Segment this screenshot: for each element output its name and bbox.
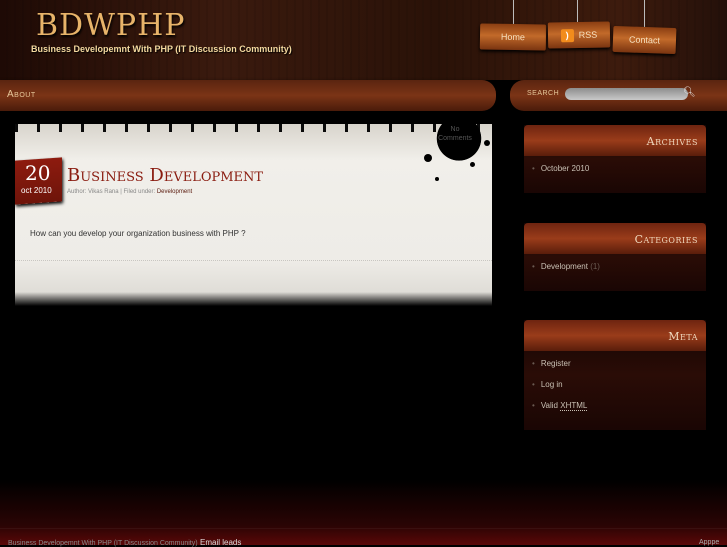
nav-rss-label: RSS <box>578 29 598 41</box>
ink-dot <box>435 177 439 181</box>
meta-title: Meta <box>668 330 698 343</box>
bullet-icon: • <box>532 262 535 271</box>
site-tagline: Business Developemnt With PHP (IT Discus… <box>31 44 292 54</box>
post-meta: Author: Vikas Rana | Filed under: Develo… <box>67 189 192 195</box>
ink-dot <box>470 162 475 167</box>
hanging-string <box>577 0 578 22</box>
meta-login-label: Log in <box>540 380 563 389</box>
category-link[interactable]: Development <box>157 189 192 195</box>
post-date-day: 20 <box>25 161 51 185</box>
comments-count-link[interactable]: No Comments <box>433 125 477 143</box>
categories-widget: Categories • Development (1) <box>524 223 706 291</box>
comments-line1: No <box>450 126 460 133</box>
post-bottom-shadow <box>15 292 492 306</box>
archives-title: Archives <box>646 135 698 148</box>
ink-drips-decoration <box>15 124 492 132</box>
author-name: Vikas Rana <box>88 189 119 195</box>
categories-title: Categories <box>634 233 698 246</box>
bullet-icon: • <box>532 401 535 410</box>
post-card <box>15 124 492 306</box>
category-count: (1) <box>590 262 600 271</box>
nav-about-link[interactable]: About <box>7 89 36 100</box>
nav-contact-label: Contact <box>628 34 661 46</box>
meta-xhtml-link[interactable]: • Valid XHTML <box>532 401 588 411</box>
search-input[interactable] <box>565 88 688 100</box>
rss-icon: ) <box>560 28 574 42</box>
nav-home-tag[interactable]: Home <box>479 23 547 51</box>
ink-dot <box>424 154 432 162</box>
search-icon[interactable]: 🔍︎ <box>683 87 696 98</box>
nav-home-label: Home <box>500 31 526 43</box>
post-date-month: oct 2010 <box>21 186 52 195</box>
post-body: How can you develop your organization bu… <box>30 229 246 238</box>
bullet-icon: • <box>532 359 535 368</box>
main-nav-bar <box>0 80 496 111</box>
meta-register-label: Register <box>540 359 571 368</box>
comments-line2: Comments <box>438 135 472 142</box>
author-prefix: Author: <box>67 189 89 195</box>
category-item-label: Development <box>540 262 588 271</box>
search-label: SEARCH <box>527 90 560 97</box>
bullet-icon: • <box>532 380 535 389</box>
footer-email-link[interactable]: Email leads <box>200 538 241 547</box>
site-logo[interactable]: BDWPHP <box>36 8 185 43</box>
meta-valid-label: Valid <box>540 401 561 410</box>
meta-xhtml-label: XHTML <box>560 401 588 411</box>
footer-divider <box>0 528 727 529</box>
filed-prefix: | Filed under: <box>118 189 157 195</box>
bullet-icon: • <box>532 164 535 173</box>
meta-login-link[interactable]: • Log in <box>532 380 563 389</box>
archive-item[interactable]: • October 2010 <box>532 164 589 173</box>
footer-site-name: Business Developemnt With PHP (IT Discus… <box>8 540 198 547</box>
hanging-string <box>644 0 645 28</box>
archive-item-label: October 2010 <box>540 164 590 173</box>
ink-dot <box>484 140 490 146</box>
post-title-link[interactable]: Business Development <box>67 165 263 186</box>
hanging-string <box>513 0 514 26</box>
nav-contact-tag[interactable]: Contact <box>612 25 677 55</box>
site-footer <box>0 480 727 545</box>
archives-widget: Archives • October 2010 <box>524 125 706 193</box>
meta-widget: Meta • Register • Log in • Valid XHTML <box>524 320 706 430</box>
category-item[interactable]: • Development (1) <box>532 262 600 271</box>
nav-rss-tag[interactable]: ) RSS <box>547 21 611 49</box>
meta-register-link[interactable]: • Register <box>532 359 571 368</box>
post-divider <box>15 260 492 261</box>
